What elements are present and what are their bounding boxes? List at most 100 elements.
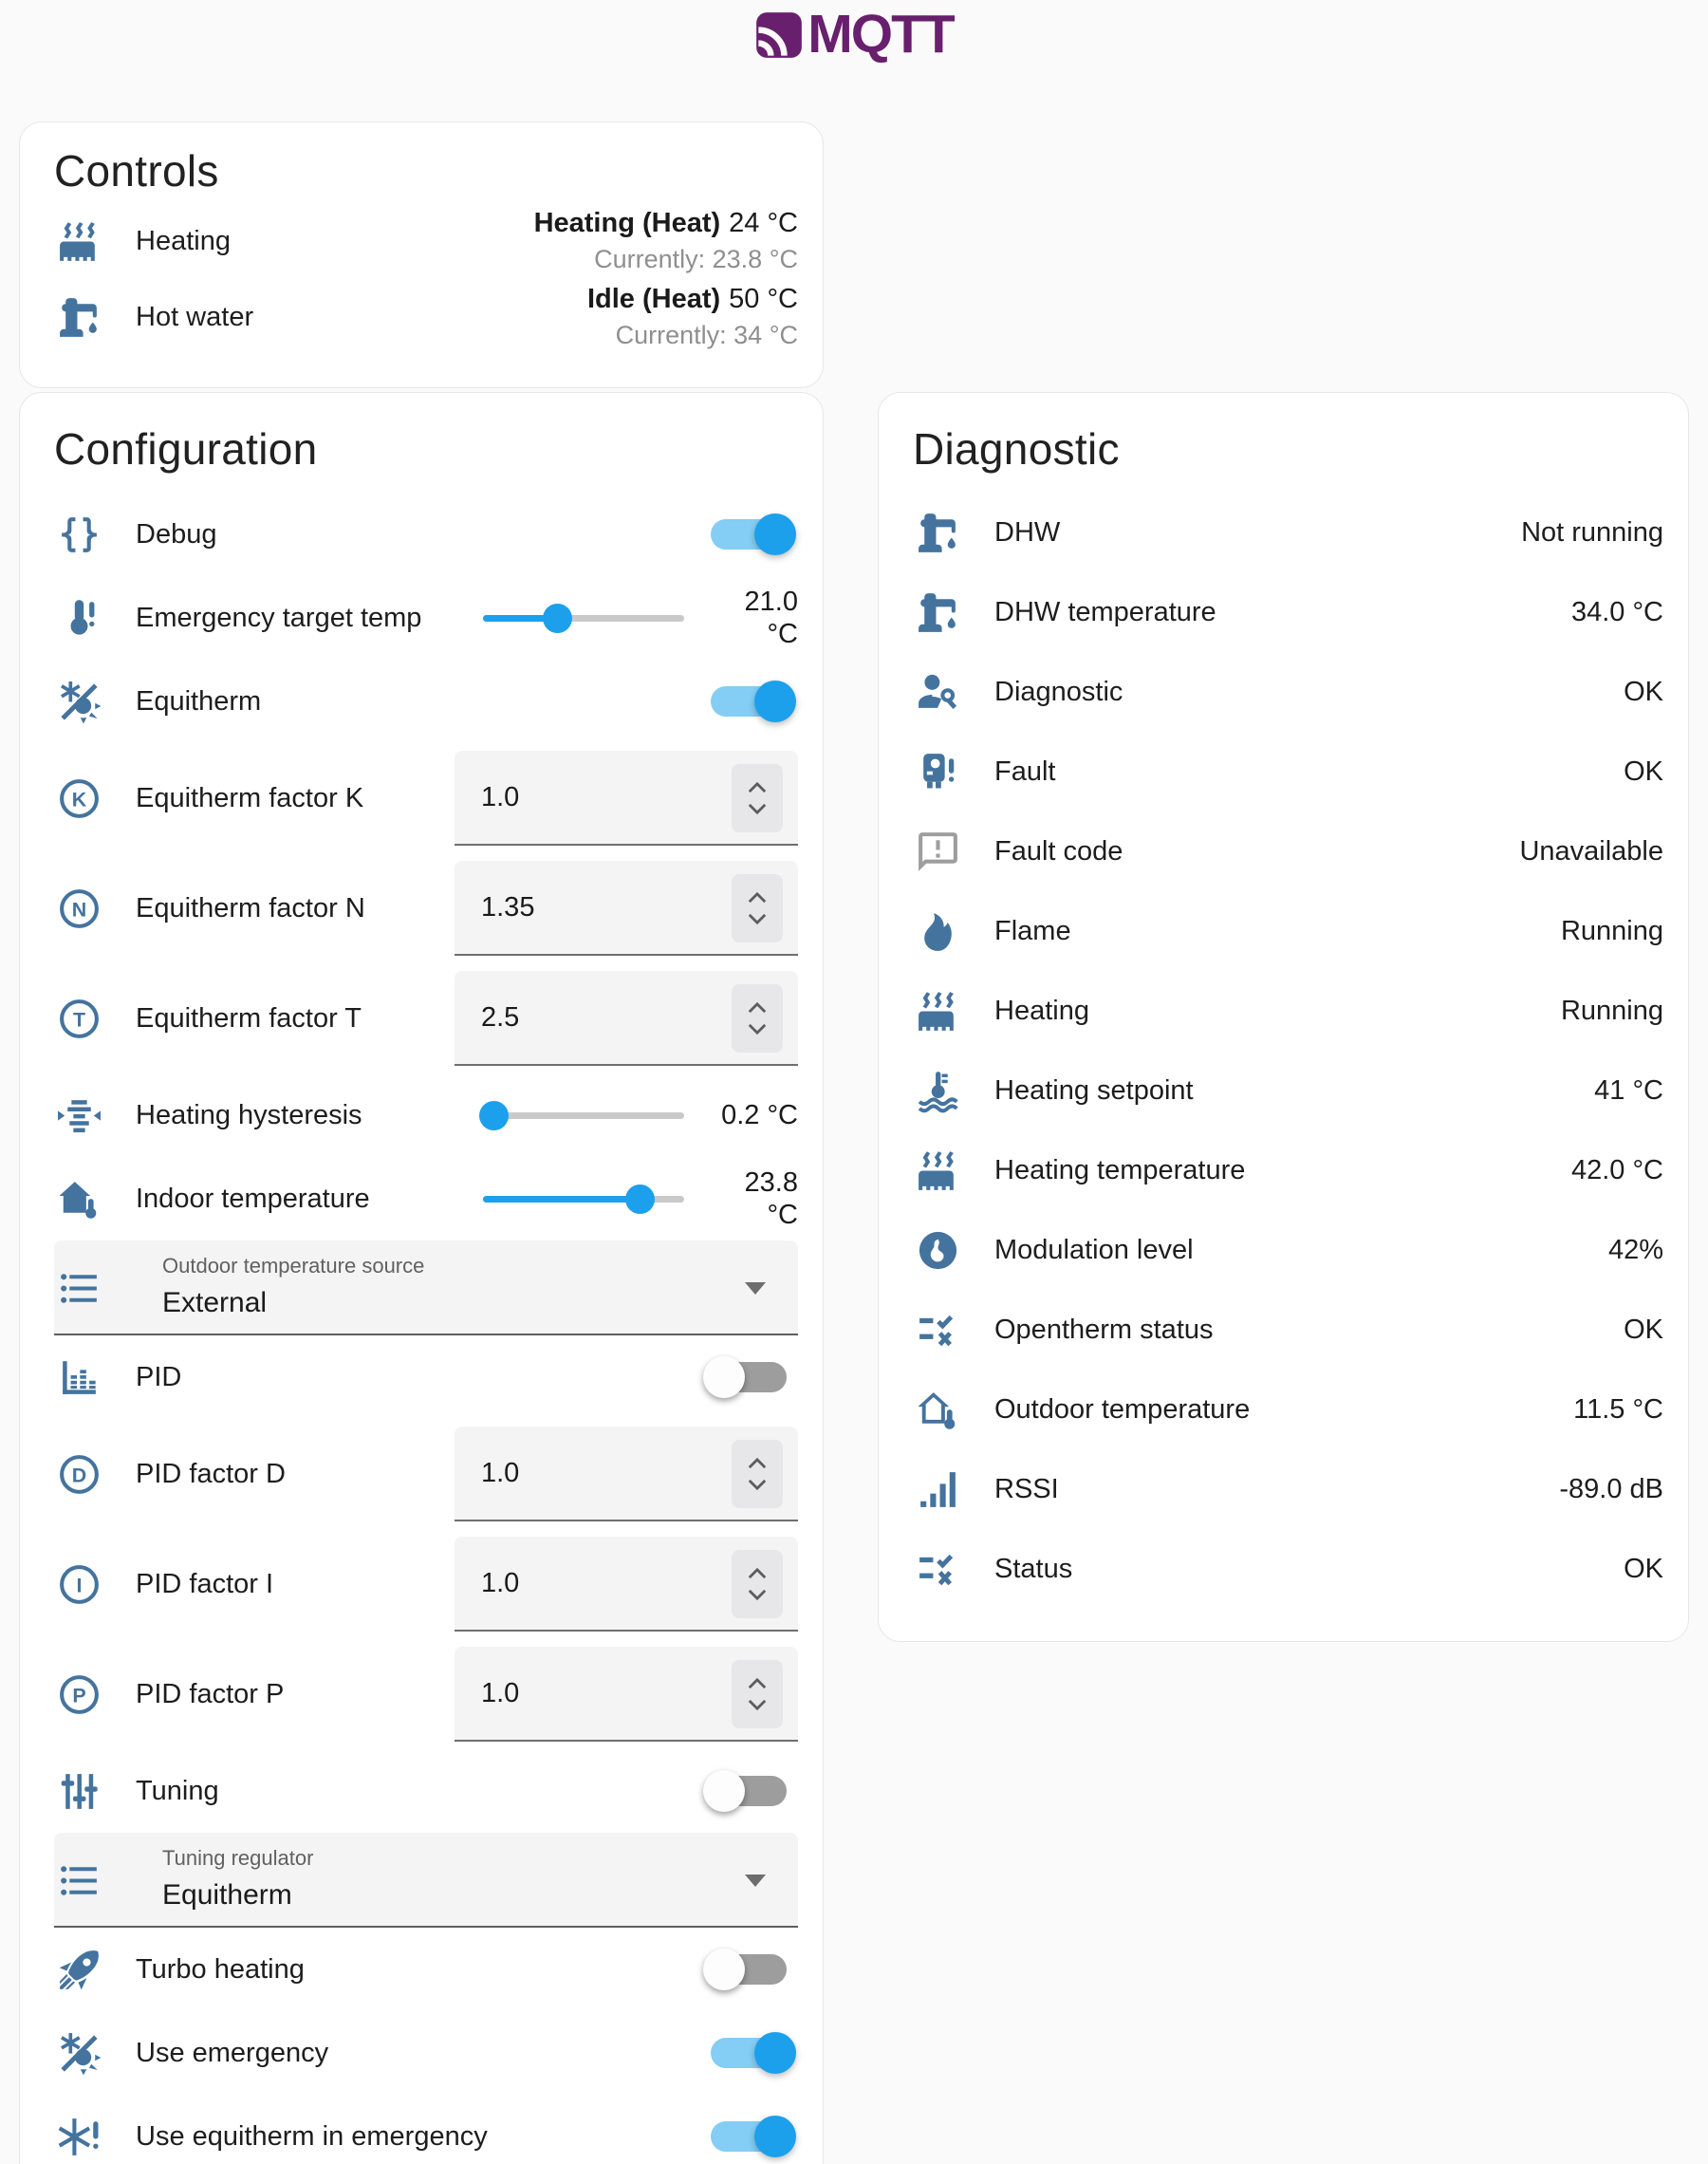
diag-row-value: 42.0 °C: [1571, 1155, 1663, 1186]
equitherm-factor-k-input[interactable]: 1.0: [455, 751, 798, 846]
control-row-label: Heating: [136, 224, 534, 258]
pid-factor-d-input[interactable]: 1.0: [455, 1427, 798, 1521]
diag-row-modulation-level[interactable]: Modulation level 42%: [913, 1210, 1663, 1290]
diag-row-rssi[interactable]: RSSI -89.0 dB: [913, 1449, 1663, 1529]
config-row-label: Use equitherm in emergency: [136, 2119, 699, 2154]
diag-row-value: Unavailable: [1519, 836, 1663, 867]
heating-hysteresis-slider[interactable]: [483, 1099, 684, 1131]
diag-row-heating-temperature[interactable]: Heating temperature 42.0 °C: [913, 1130, 1663, 1210]
diag-row-dhw[interactable]: DHW Not running: [913, 493, 1663, 572]
diag-row-label: Heating setpoint: [994, 1073, 1594, 1108]
indoor-temperature-slider[interactable]: [483, 1183, 684, 1215]
water-pump-icon: [54, 294, 103, 341]
emergency-target-temp-slider[interactable]: [483, 602, 684, 634]
select-label: Outdoor temperature source: [162, 1254, 713, 1278]
fire-circle-icon: [913, 1227, 962, 1274]
config-row-label: Heating hysteresis: [136, 1098, 483, 1132]
diag-row-value: OK: [1624, 1554, 1663, 1585]
sun-snowflake-icon: [54, 679, 103, 725]
snowflake-alert-icon: [54, 2114, 103, 2160]
diag-row-label: RSSI: [994, 1472, 1559, 1506]
config-row-label: Turbo heating: [136, 1952, 699, 1987]
slider-thumb: [543, 604, 572, 633]
diag-row-flame[interactable]: Flame Running: [913, 891, 1663, 971]
config-row-heating-hysteresis: Heating hysteresis 0.2 °C: [54, 1073, 798, 1157]
diag-row-value: Running: [1561, 996, 1663, 1027]
select-label: Tuning regulator: [162, 1846, 713, 1871]
use-equitherm-in-emergency-toggle[interactable]: [699, 2116, 798, 2157]
control-row-hot-water[interactable]: Hot water Idle (Heat)50 °C Currently: 34…: [54, 279, 798, 355]
diag-row-label: DHW temperature: [994, 595, 1571, 629]
control-row-label: Hot water: [136, 300, 587, 334]
slider-value: 0.2 °C: [707, 1099, 798, 1131]
config-row-equitherm-factor-n: Equitherm factor N 1.35: [54, 853, 798, 963]
equitherm-toggle[interactable]: [699, 681, 798, 722]
radiator-icon: [913, 1147, 962, 1194]
climate-action: Idle (Heat): [587, 284, 720, 314]
control-row-heating[interactable]: Heating Heating (Heat)24 °C Currently: 2…: [54, 203, 798, 279]
equitherm-factor-t-input[interactable]: 2.5: [455, 971, 798, 1066]
diag-row-value: 42%: [1608, 1235, 1663, 1266]
diag-row-dhw-temperature[interactable]: DHW temperature 34.0 °C: [913, 572, 1663, 652]
number-stepper[interactable]: [732, 874, 783, 942]
diag-row-label: Heating: [994, 994, 1561, 1028]
use-emergency-toggle[interactable]: [699, 2032, 798, 2074]
config-row-indoor-temperature: Indoor temperature 23.8 °C: [54, 1157, 798, 1241]
config-row-equitherm-factor-t: Equitherm factor T 2.5: [54, 963, 798, 1073]
diag-row-value: 34.0 °C: [1571, 597, 1663, 628]
number-stepper[interactable]: [732, 1550, 783, 1618]
diag-row-heating-setpoint[interactable]: Heating setpoint 41 °C: [913, 1051, 1663, 1130]
list-status-icon: [913, 1307, 962, 1353]
number-stepper[interactable]: [732, 1440, 783, 1508]
signal-icon: [913, 1466, 962, 1513]
pid-factor-i-input[interactable]: 1.0: [455, 1537, 798, 1632]
thermometer-alert-icon: [54, 595, 103, 642]
diag-row-value: Running: [1561, 916, 1663, 947]
thermometer-water-icon: [913, 1068, 962, 1114]
config-row-emergency-target-temp: Emergency target temp 21.0 °C: [54, 576, 798, 660]
config-row-use-equitherm-in-emergency: Use equitherm in emergency: [54, 2095, 798, 2164]
diag-row-fault[interactable]: Fault OK: [913, 732, 1663, 812]
config-row-equitherm: Equitherm: [54, 660, 798, 743]
diag-row-label: Fault: [994, 755, 1624, 789]
diag-row-fault-code[interactable]: Fault code Unavailable: [913, 812, 1663, 891]
outdoor-temperature-source-select[interactable]: Outdoor temperature source External: [54, 1241, 798, 1335]
config-row-label: PID factor P: [136, 1677, 455, 1711]
sun-snowflake-icon: [54, 2030, 103, 2077]
diag-row-outdoor-temperature[interactable]: Outdoor temperature 11.5 °C: [913, 1370, 1663, 1449]
diag-row-label: Flame: [994, 914, 1561, 948]
number-input-value: 2.5: [455, 1002, 519, 1034]
number-stepper[interactable]: [732, 984, 783, 1053]
slider-thumb: [625, 1185, 655, 1214]
slider-thumb: [479, 1101, 509, 1130]
diag-row-value: 41 °C: [1594, 1075, 1663, 1107]
pid-factor-p-input[interactable]: 1.0: [455, 1647, 798, 1742]
configuration-card: Configuration Debug Emergency target tem…: [19, 392, 824, 2164]
diag-row-diagnostic[interactable]: Diagnostic OK: [913, 652, 1663, 732]
fire-icon: [913, 908, 962, 955]
number-stepper[interactable]: [732, 1660, 783, 1728]
mqtt-logo: MQTT: [0, 8, 1708, 62]
number-input-value: 1.0: [455, 1568, 519, 1599]
tuning-toggle[interactable]: [699, 1770, 798, 1812]
number-stepper[interactable]: [732, 764, 783, 832]
controls-card: Controls Heating Heating (Heat)24 °C Cur…: [19, 121, 824, 388]
message-alert-icon: [913, 829, 962, 875]
diag-row-opentherm-status[interactable]: Opentherm status OK: [913, 1290, 1663, 1370]
equitherm-factor-n-input[interactable]: 1.35: [455, 861, 798, 956]
config-row-pid-factor-p: PID factor P 1.0: [54, 1639, 798, 1749]
turbo-heating-toggle[interactable]: [699, 1949, 798, 1990]
diag-row-heating[interactable]: Heating Running: [913, 971, 1663, 1051]
number-input-value: 1.0: [455, 782, 519, 813]
tuning-regulator-select[interactable]: Tuning regulator Equitherm: [54, 1833, 798, 1928]
home-thermometer-icon: [54, 1176, 103, 1222]
debug-toggle[interactable]: [699, 513, 798, 555]
diag-row-label: Opentherm status: [994, 1313, 1624, 1347]
diag-row-value: OK: [1624, 1315, 1663, 1346]
configuration-card-title: Configuration: [54, 423, 798, 476]
dropdown-caret-icon: [745, 1875, 766, 1887]
diag-row-status[interactable]: Status OK: [913, 1529, 1663, 1609]
pid-toggle[interactable]: [699, 1356, 798, 1398]
config-row-label: Debug: [136, 517, 699, 551]
config-row-debug: Debug: [54, 493, 798, 576]
